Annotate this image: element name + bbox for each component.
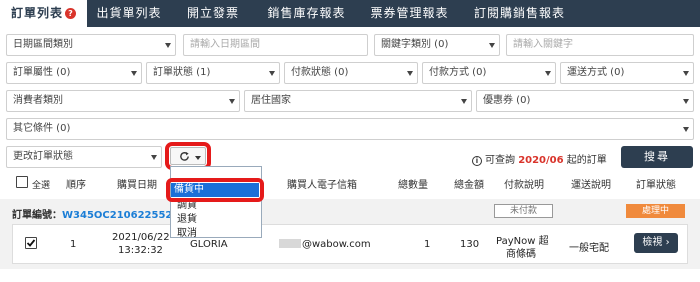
date-type-select[interactable]: 日期區間類別 <box>6 34 176 56</box>
tab-sales-inventory-report[interactable]: 銷售庫存報表 <box>255 0 358 27</box>
tab-issue-invoice[interactable]: 開立發票 <box>171 0 255 27</box>
query-range-text: i 可查詢 2020/06 起的訂單 <box>472 151 607 166</box>
tab-shipment-list[interactable]: 出貨單列表 <box>87 0 171 27</box>
keyword-input[interactable]: 請輸入關鍵字 <box>506 34 694 56</box>
chevron-down-icon <box>151 155 157 160</box>
menu-item-preparing[interactable]: 備貨中 <box>171 183 259 197</box>
order-status-value: 訂單狀態 (1) <box>153 67 211 78</box>
header-payment: 付款說明 <box>504 180 544 191</box>
query-month: 2020/06 <box>518 155 564 166</box>
change-status-select[interactable]: 更改訂單狀態 <box>6 146 162 168</box>
order-attr-select[interactable]: 訂單屬性 (0) <box>6 62 142 84</box>
header-shipping: 運送說明 <box>571 180 611 191</box>
search-button[interactable]: 搜尋 <box>621 146 693 168</box>
select-all-checkbox[interactable] <box>16 176 28 188</box>
row-date: 2021/06/22 <box>112 232 170 243</box>
keyword-type-select[interactable]: 關鍵字類別 (0) <box>374 34 500 56</box>
chevron-down-icon <box>229 99 235 104</box>
top-tab-bar: 訂單列表? 出貨單列表 開立發票 銷售庫存報表 票券管理報表 訂閱購銷售報表 <box>0 0 700 27</box>
shipping-method-value: 運送方式 (0) <box>567 67 625 78</box>
header-amount: 總金額 <box>454 180 484 191</box>
header-date: 購買日期 <box>117 180 157 191</box>
help-icon[interactable]: ? <box>65 8 76 19</box>
chevron-down-icon <box>165 43 171 48</box>
menu-item-return[interactable]: 退貨 <box>177 210 197 225</box>
order-number: 訂單編號：W345OC2106225524 <box>12 206 179 221</box>
row-time: 13:32:32 <box>118 245 163 256</box>
payment-status-badge: 未付款 <box>494 204 553 218</box>
row-email: @wabow.com <box>279 239 371 250</box>
order-id-link[interactable]: W345OC2106225524 <box>62 210 179 221</box>
query-suffix: 起的訂單 <box>566 155 607 166</box>
payment-status-select[interactable]: 付款狀態 (0) <box>284 62 418 84</box>
coupon-value: 優惠券 (0) <box>483 95 531 106</box>
header-email: 購買人電子信箱 <box>287 180 357 191</box>
info-icon: i <box>472 156 482 166</box>
row-amount: 130 <box>460 239 480 250</box>
consumer-type-value: 消費者類別 <box>13 95 63 106</box>
view-order-button[interactable]: 檢視 › <box>634 233 678 253</box>
other-conditions-value: 其它條件 (0) <box>13 123 71 134</box>
chevron-down-icon <box>683 71 689 76</box>
refresh-button-face <box>170 147 206 165</box>
tab-ticket-report[interactable]: 票券管理報表 <box>358 0 461 27</box>
order-status-select[interactable]: 訂單狀態 (1) <box>146 62 280 84</box>
date-type-value: 日期區間類別 <box>13 39 73 50</box>
chevron-down-icon <box>407 71 413 76</box>
chevron-down-icon <box>683 127 689 132</box>
redacted-email-user <box>279 239 301 248</box>
row-shipping: 一般宅配 <box>569 243 609 254</box>
chevron-down-icon <box>269 71 275 76</box>
row-qty: 1 <box>424 239 431 250</box>
keyword-type-value: 關鍵字類別 (0) <box>381 39 449 50</box>
tab-order-list[interactable]: 訂單列表? <box>0 0 87 27</box>
row-email-domain: @wabow.com <box>302 239 371 250</box>
chevron-down-icon <box>489 43 495 48</box>
header-status: 訂單狀態 <box>636 180 676 191</box>
row-buyer-name: GLORIA <box>190 239 228 250</box>
chevron-down-icon <box>195 156 201 160</box>
tab-subscription-report[interactable]: 訂閱購銷售報表 <box>461 0 578 27</box>
keyword-placeholder: 請輸入關鍵字 <box>513 39 573 50</box>
order-attr-value: 訂單屬性 (0) <box>13 67 71 78</box>
payment-method-value: 付款方式 (0) <box>429 67 487 78</box>
shipping-method-select[interactable]: 運送方式 (0) <box>560 62 694 84</box>
order-number-label: 訂單編號： <box>12 210 62 221</box>
header-qty: 總數量 <box>398 180 428 191</box>
other-conditions-select[interactable]: 其它條件 (0) <box>6 118 694 140</box>
chevron-down-icon <box>683 99 689 104</box>
row-checkbox[interactable] <box>25 237 37 249</box>
checkmark-icon <box>26 239 36 247</box>
country-select[interactable]: 居住國家 <box>244 90 472 112</box>
chevron-down-icon <box>461 99 467 104</box>
query-prefix: 可查詢 <box>485 155 515 166</box>
menu-item-preparing-highlight[interactable]: 備貨中 <box>166 178 264 202</box>
chevron-down-icon <box>545 71 551 76</box>
date-range-placeholder: 請輸入日期區間 <box>190 39 260 50</box>
row-seq: 1 <box>70 239 77 250</box>
coupon-select[interactable]: 優惠券 (0) <box>476 90 694 112</box>
header-seq: 順序 <box>66 180 86 191</box>
country-value: 居住國家 <box>251 95 291 106</box>
payment-method-select[interactable]: 付款方式 (0) <box>422 62 556 84</box>
menu-item-cancel[interactable]: 取消 <box>177 224 197 239</box>
consumer-type-select[interactable]: 消費者類別 <box>6 90 240 112</box>
change-status-value: 更改訂單狀態 <box>13 151 73 162</box>
status-dropdown-menu: 調貨 退貨 取消 <box>170 166 262 239</box>
row-payment-line2: 商條碼 <box>506 249 536 260</box>
date-range-input[interactable]: 請輸入日期區間 <box>183 34 368 56</box>
order-status-badge: 處理中 <box>626 204 685 218</box>
select-all-label: 全選 <box>32 181 51 191</box>
tab-label: 訂單列表 <box>10 6 63 20</box>
payment-status-value: 付款狀態 (0) <box>291 67 349 78</box>
chevron-down-icon <box>131 71 137 76</box>
refresh-icon <box>180 151 189 161</box>
